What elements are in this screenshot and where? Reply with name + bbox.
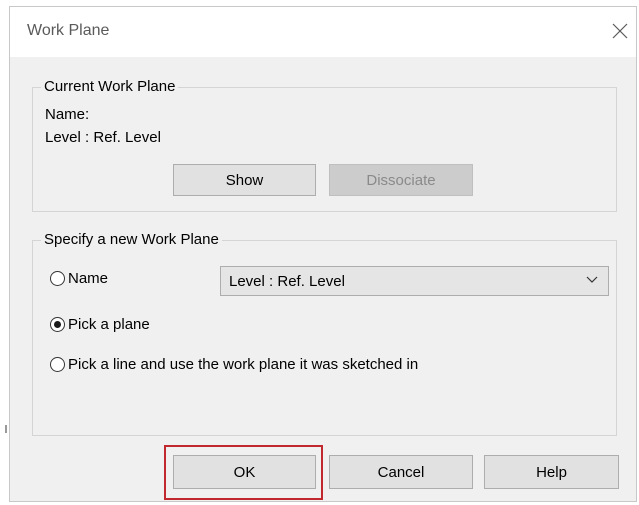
- current-work-plane-group: Current Work Plane: [32, 78, 617, 212]
- current-work-plane-legend: Current Work Plane: [41, 78, 179, 96]
- radio-pick-plane-option[interactable]: Pick a plane: [50, 316, 150, 333]
- radio-pick-line-label: Pick a line and use the work plane it wa…: [68, 356, 419, 373]
- chevron-down-icon: [586, 276, 598, 283]
- radio-name-indicator[interactable]: [50, 271, 65, 286]
- show-button[interactable]: Show: [173, 164, 316, 196]
- work-plane-name-select[interactable]: Level : Ref. Level: [220, 266, 609, 296]
- specify-work-plane-legend: Specify a new Work Plane: [41, 231, 222, 249]
- current-plane-value: Level : Ref. Level: [45, 129, 161, 146]
- radio-name-option[interactable]: Name: [50, 270, 108, 287]
- close-button[interactable]: [608, 19, 632, 43]
- name-label: Name:: [45, 106, 90, 123]
- radio-pick-line-indicator[interactable]: [50, 357, 65, 372]
- radio-name-label: Name: [68, 270, 109, 287]
- select-value: Level : Ref. Level: [229, 272, 345, 290]
- dissociate-button: Dissociate: [329, 164, 473, 196]
- work-plane-dialog: Work Plane Current Work Plane Name: Leve…: [9, 6, 637, 502]
- radio-pick-plane-label: Pick a plane: [68, 316, 150, 333]
- ok-button[interactable]: OK: [173, 455, 316, 489]
- title-bar: Work Plane: [10, 7, 636, 57]
- radio-pick-plane-indicator[interactable]: [50, 317, 65, 332]
- cancel-button[interactable]: Cancel: [329, 455, 473, 489]
- help-button[interactable]: Help: [484, 455, 619, 489]
- dialog-title: Work Plane: [27, 22, 110, 39]
- left-edge-mark: [5, 425, 7, 433]
- radio-pick-line-option[interactable]: Pick a line and use the work plane it wa…: [50, 356, 418, 373]
- close-icon: [612, 23, 628, 39]
